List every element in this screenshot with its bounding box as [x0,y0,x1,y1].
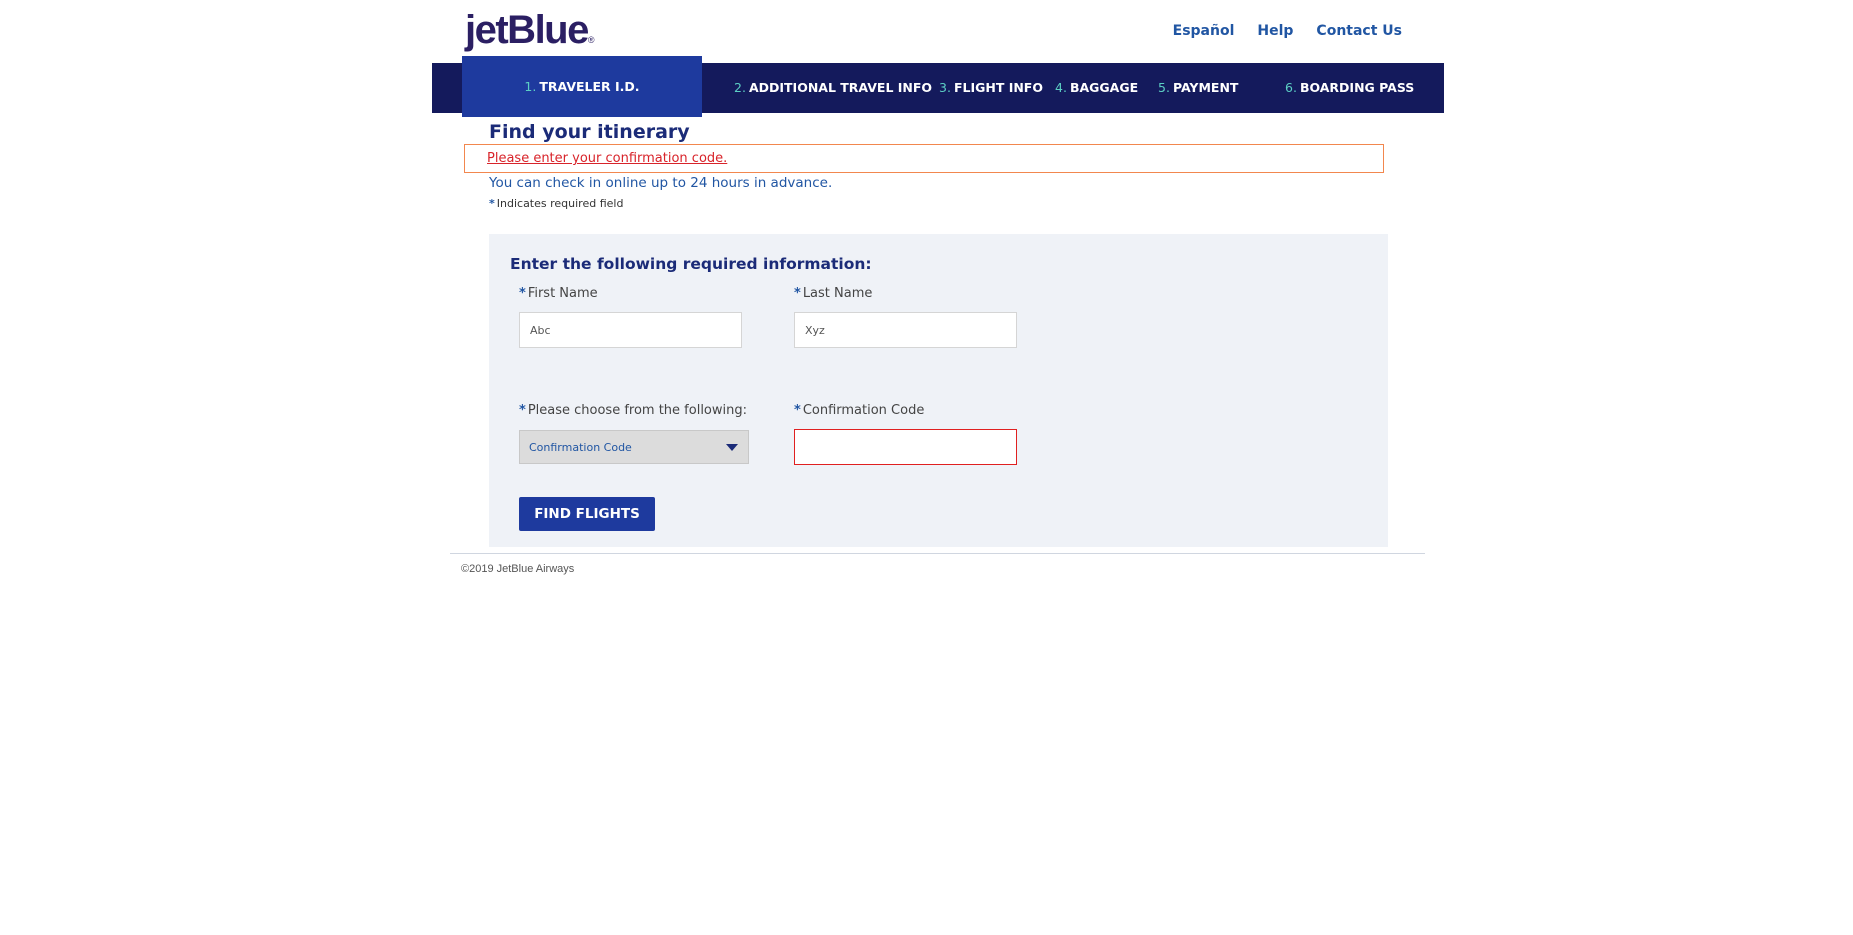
error-confirmation-code-link[interactable]: Please enter your confirmation code. [487,151,727,166]
espanol-link[interactable]: Español [1173,23,1235,39]
required-asterisk-icon: * [794,403,801,418]
nav-step-traveler-id[interactable]: 1. TRAVELER I.D. [462,56,702,117]
step-label: FLIGHT INFO [953,80,1043,95]
registered-mark: ® [587,35,595,45]
step-label: ADDITIONAL TRAVEL INFO [748,80,933,95]
step-label: TRAVELER I.D. [539,79,640,94]
first-name-input[interactable] [519,312,742,348]
required-asterisk-icon: * [519,286,526,301]
confirmation-code-input[interactable] [794,429,1017,465]
required-asterisk-icon: * [794,286,801,301]
lookup-type-label-text: Please choose from the following: [527,403,748,418]
step-number: 4. [1055,80,1067,95]
nav-step-baggage[interactable]: 4. BAGGAGE [1055,63,1138,113]
nav-step-boarding-pass[interactable]: 6. BOARDING PASS [1285,63,1414,113]
help-link[interactable]: Help [1257,23,1293,39]
required-note-text: Indicates required field [496,197,624,210]
traveler-form-panel: Enter the following required information… [489,234,1388,547]
utility-links: Español Help Contact Us [1173,23,1402,39]
step-label: BAGGAGE [1069,80,1139,95]
confirmation-code-label-text: Confirmation Code [802,403,925,418]
step-number: 3. [939,80,951,95]
first-name-label-text: First Name [527,286,598,301]
nav-step-additional-travel-info[interactable]: 2. ADDITIONAL TRAVEL INFO [734,63,932,113]
chevron-down-icon [726,444,738,451]
nav-step-flight-info[interactable]: 3. FLIGHT INFO [939,63,1043,113]
jetblue-logo[interactable]: jetBlue® [465,6,595,54]
error-message-box: Please enter your confirmation code. [464,144,1384,173]
form-heading: Enter the following required information… [510,255,872,273]
lookup-type-label: * Please choose from the following: [519,403,747,418]
contact-us-link[interactable]: Contact Us [1316,23,1402,39]
step-number: 2. [734,80,746,95]
confirmation-code-label: * Confirmation Code [794,403,924,418]
last-name-label: * Last Name [794,286,872,301]
step-label: PAYMENT [1172,80,1239,95]
copyright-text: ©2019 JetBlue Airways [461,563,575,575]
find-flights-button[interactable]: FIND FLIGHTS [519,497,655,531]
page-title: Find your itinerary [489,121,690,143]
lookup-type-selected-value: Confirmation Code [529,441,632,454]
required-asterisk-icon: * [519,403,526,418]
last-name-label-text: Last Name [802,286,873,301]
step-number: 5. [1158,80,1170,95]
last-name-input[interactable] [794,312,1017,348]
logo-text: jetBlue [465,8,589,52]
first-name-label: * First Name [519,286,598,301]
step-number: 1. [524,79,537,94]
checkin-steps-nav: 1. TRAVELER I.D. 2. ADDITIONAL TRAVEL INFO… [432,56,1444,117]
checkin-info-text: You can check in online up to 24 hours i… [489,175,833,191]
footer-divider [450,553,1425,554]
required-asterisk-icon: * [489,197,495,210]
required-field-note: * Indicates required field [489,197,623,210]
step-number: 6. [1285,80,1297,95]
step-label: BOARDING PASS [1299,80,1415,95]
lookup-type-select[interactable]: Confirmation Code [519,430,749,464]
nav-step-payment[interactable]: 5. PAYMENT [1158,63,1238,113]
